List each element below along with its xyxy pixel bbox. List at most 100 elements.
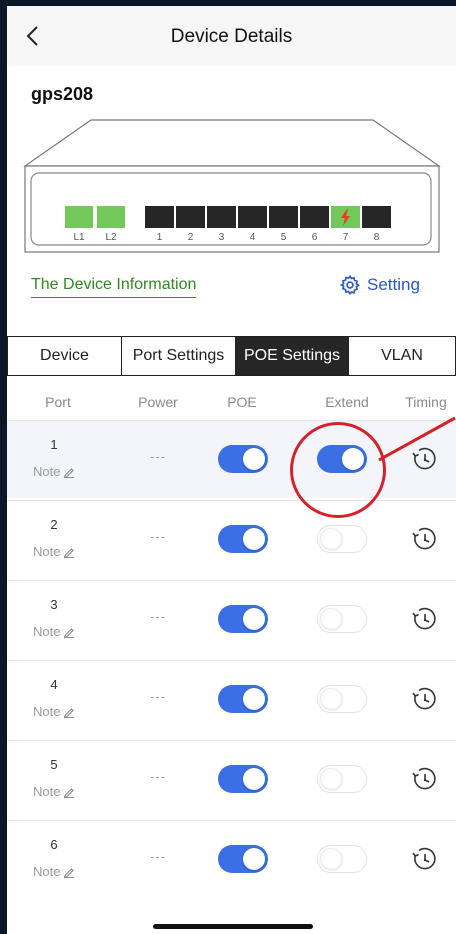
switch-port-6 [300, 206, 329, 228]
pencil-icon [64, 547, 75, 558]
switch-uplink-label: L1 [73, 232, 85, 243]
toggle-knob [320, 848, 342, 870]
column-header-timing: Timing [405, 394, 447, 410]
port-row-6: 6 Note --- [7, 820, 456, 898]
power-value: --- [150, 529, 166, 544]
port-row-3: 3 Note --- [7, 580, 456, 658]
switch-uplink-port-l1 [65, 206, 93, 228]
toggle-knob [243, 608, 265, 630]
note-button[interactable]: Note [33, 784, 75, 799]
toggle-knob [320, 528, 342, 550]
note-label: Note [33, 704, 61, 719]
switch-port-2 [176, 206, 205, 228]
clock-timer-icon[interactable] [410, 445, 438, 473]
extend-toggle[interactable] [317, 525, 367, 553]
note-button[interactable]: Note [33, 544, 75, 559]
switch-port-label: 1 [157, 232, 163, 243]
pencil-icon [64, 627, 75, 638]
tab-vlan[interactable]: VLAN [349, 337, 455, 375]
port-row-2: 2 Note --- [7, 500, 456, 578]
note-label: Note [33, 784, 61, 799]
power-value: --- [150, 689, 166, 704]
port-row-5: 5 Note --- [7, 740, 456, 818]
extend-toggle[interactable] [317, 845, 367, 873]
tab-bar: Device Port Settings POE Settings VLAN [7, 336, 456, 376]
clock-timer-icon[interactable] [410, 525, 438, 553]
toggle-knob [320, 688, 342, 710]
poe-toggle[interactable] [218, 765, 268, 793]
port-number: 3 [50, 597, 58, 612]
clock-timer-icon[interactable] [410, 765, 438, 793]
app-screen: Device Details gps208 L1 L2 1 2 3 4 5 6 7 8 The D… [7, 6, 456, 934]
column-header-port: Port [45, 394, 71, 410]
switch-port-label: 5 [281, 232, 287, 243]
power-value: --- [150, 449, 166, 464]
setting-label: Setting [367, 275, 420, 294]
switch-illustration: L1 L2 1 2 3 4 5 6 7 8 [23, 119, 441, 253]
poe-toggle[interactable] [218, 605, 268, 633]
note-button[interactable]: Note [33, 864, 75, 879]
switch-port-label: 7 [343, 232, 349, 243]
page-title: Device Details [170, 26, 293, 47]
switch-port-8 [362, 206, 391, 228]
port-number: 5 [50, 757, 58, 772]
switch-port-1 [145, 206, 174, 228]
note-button[interactable]: Note [33, 464, 75, 479]
tab-device[interactable]: Device [8, 337, 122, 375]
switch-uplink-label: L2 [105, 232, 117, 243]
clock-timer-icon[interactable] [410, 845, 438, 873]
toggle-knob [342, 448, 364, 470]
extend-toggle[interactable] [317, 765, 367, 793]
extend-toggle[interactable] [317, 685, 367, 713]
toggle-knob [243, 768, 265, 790]
device-information-link[interactable]: The Device Information [31, 276, 197, 298]
extend-toggle[interactable] [317, 445, 367, 473]
device-name: gps208 [31, 84, 94, 104]
switch-uplink-port-l2 [97, 206, 125, 228]
switch-port-label: 8 [374, 232, 380, 243]
port-row-4: 4 Note --- [7, 660, 456, 738]
home-indicator [153, 924, 313, 929]
switch-port-label: 3 [219, 232, 225, 243]
port-number: 6 [50, 837, 58, 852]
note-button[interactable]: Note [33, 704, 75, 719]
switch-port-label: 4 [250, 232, 256, 243]
power-value: --- [150, 769, 166, 784]
toggle-knob [243, 848, 265, 870]
toggle-knob [243, 688, 265, 710]
toggle-knob [320, 608, 342, 630]
poe-toggle[interactable] [218, 685, 268, 713]
setting-button[interactable]: Setting [339, 274, 420, 296]
port-number: 1 [50, 437, 58, 452]
port-number: 4 [50, 677, 58, 692]
poe-toggle[interactable] [218, 845, 268, 873]
header: Device Details [7, 6, 456, 66]
tab-port-settings[interactable]: Port Settings [122, 337, 236, 375]
pencil-icon [64, 707, 75, 718]
note-button[interactable]: Note [33, 624, 75, 639]
note-label: Note [33, 464, 61, 479]
tab-poe-settings[interactable]: POE Settings [236, 337, 349, 375]
poe-toggle[interactable] [218, 525, 268, 553]
switch-port-label: 2 [188, 232, 194, 243]
note-label: Note [33, 864, 61, 879]
pencil-icon [64, 787, 75, 798]
port-number: 2 [50, 517, 58, 532]
switch-port-3 [207, 206, 236, 228]
switch-port-label: 6 [312, 232, 318, 243]
column-header-poe: POE [227, 394, 257, 410]
clock-timer-icon[interactable] [410, 685, 438, 713]
clock-timer-icon[interactable] [410, 605, 438, 633]
toggle-knob [243, 448, 265, 470]
poe-toggle[interactable] [218, 445, 268, 473]
gear-icon [339, 274, 361, 296]
toggle-knob [320, 768, 342, 790]
port-row-1: 1 Note --- [7, 420, 456, 498]
power-value: --- [150, 609, 166, 624]
switch-port-4 [238, 206, 267, 228]
note-label: Note [33, 544, 61, 559]
column-header-extend: Extend [325, 394, 369, 410]
power-value: --- [150, 849, 166, 864]
column-header-power: Power [138, 394, 178, 410]
extend-toggle[interactable] [317, 605, 367, 633]
